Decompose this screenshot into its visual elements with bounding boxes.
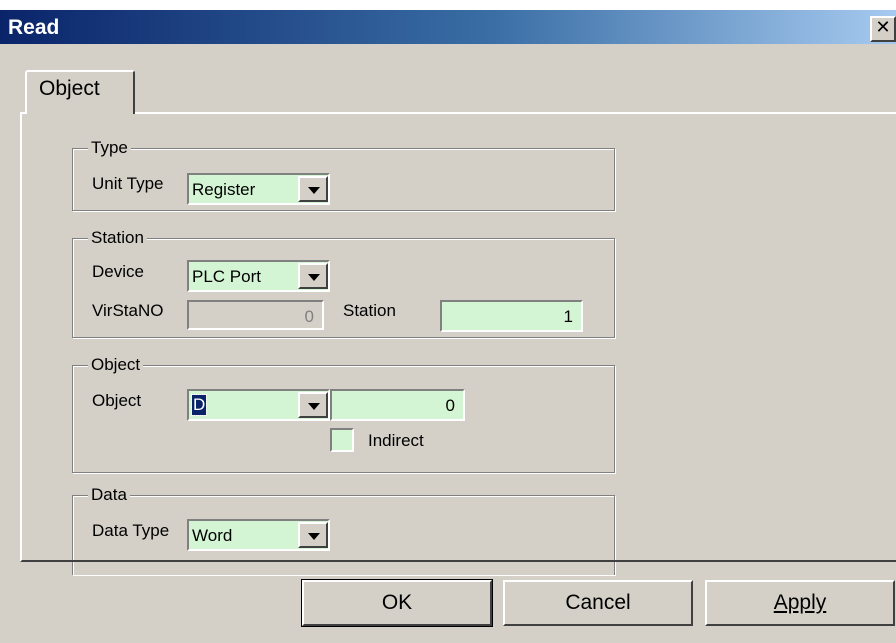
object-select[interactable]: D	[187, 389, 330, 421]
title-bar[interactable]	[0, 10, 896, 44]
virstano-label: VirStaNO	[92, 301, 164, 320]
object-label: Object	[92, 391, 142, 410]
tab-object-label: Object	[39, 77, 100, 100]
object-group-legend: Object	[88, 355, 144, 375]
station-field[interactable]: 1	[440, 300, 583, 332]
close-icon[interactable]: ✕	[870, 16, 896, 42]
unit-type-value: Register	[192, 180, 256, 199]
ok-button[interactable]: OK	[301, 579, 493, 627]
device-select[interactable]: PLC Port	[187, 260, 330, 292]
unit-type-label: Unit Type	[92, 174, 164, 193]
indirect-checkbox[interactable]	[330, 428, 354, 452]
window-title: Read	[8, 16, 60, 39]
data-type-label: Data Type	[92, 521, 170, 540]
device-value: PLC Port	[192, 267, 261, 286]
object-address-value: 0	[445, 396, 455, 415]
apply-button-label: Apply	[773, 591, 827, 614]
chevron-down-icon[interactable]	[298, 176, 328, 202]
station-group-legend: Station	[88, 228, 147, 248]
unit-type-select[interactable]: Register	[187, 173, 330, 205]
station-label: Station	[343, 301, 396, 320]
data-type-value: Word	[192, 526, 233, 545]
chevron-down-icon[interactable]	[298, 522, 328, 548]
object-address-field[interactable]: 0	[330, 389, 465, 421]
apply-button[interactable]: Apply	[705, 580, 895, 626]
type-group-legend: Type	[88, 138, 131, 158]
data-type-select[interactable]: Word	[187, 519, 330, 551]
indirect-label: Indirect	[368, 431, 424, 450]
station-value: 1	[563, 307, 573, 326]
data-group-legend: Data	[88, 485, 130, 505]
chevron-down-icon[interactable]	[298, 263, 328, 289]
virstano-value: 0	[304, 307, 314, 326]
virstano-field: 0	[187, 300, 324, 330]
chevron-down-icon[interactable]	[298, 392, 328, 418]
device-label: Device	[92, 262, 144, 281]
cancel-button[interactable]: Cancel	[503, 580, 693, 626]
object-value: D	[190, 394, 208, 416]
